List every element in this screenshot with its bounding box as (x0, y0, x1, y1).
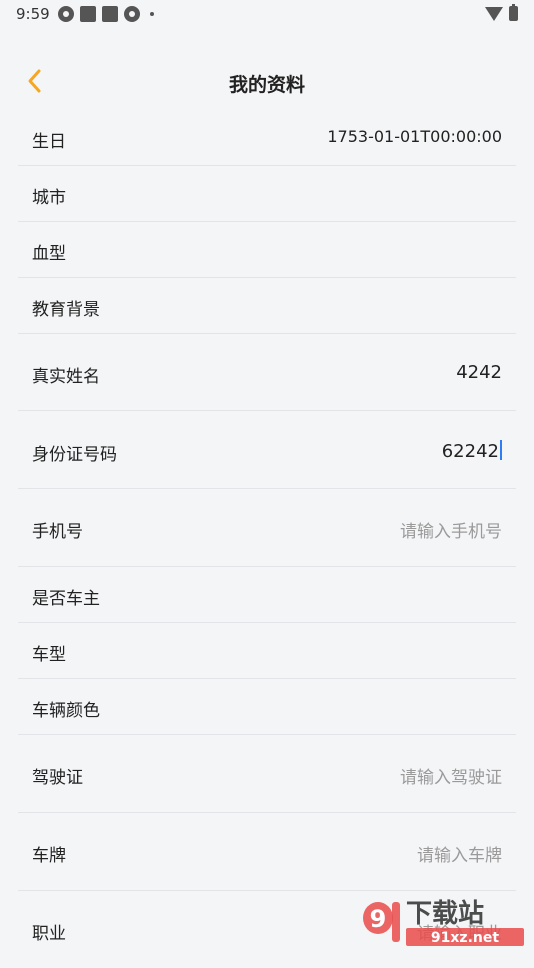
profile-form: 生日 1753-01-01T00:00:00 城市 血型 教育背景 真实姓名 4… (18, 110, 516, 968)
city-label: 城市 (32, 188, 66, 208)
id-number-value: 62242 (441, 441, 499, 462)
row-city[interactable]: 城市 (18, 166, 516, 222)
id-number-label: 身份证号码 (32, 445, 117, 465)
row-education[interactable]: 教育背景 (18, 278, 516, 334)
plate-input[interactable]: 请输入车牌 (417, 841, 502, 866)
page-title: 我的资料 (228, 74, 305, 96)
birthday-value: 1753-01-01T00:00:00 (327, 127, 502, 146)
id-number-input[interactable]: 62242 (442, 440, 502, 462)
site-watermark-logo: 9 下载站 91xz.net (363, 899, 524, 946)
row-driver-license[interactable]: 驾驶证 请输入驾驶证 (18, 735, 516, 813)
car-owner-label: 是否车主 (32, 589, 100, 609)
image-notification-icon (80, 6, 96, 22)
row-car-model[interactable]: 车型 (18, 623, 516, 679)
watermark-url: 91xz.net (431, 930, 499, 946)
phone-label: 手机号 (32, 522, 83, 542)
education-label: 教育背景 (32, 300, 100, 320)
status-time: 9:59 (16, 5, 50, 23)
occupation-label: 职业 (32, 924, 66, 944)
driver-license-label: 驾驶证 (32, 768, 83, 788)
app-header: 我的资料 (0, 50, 534, 112)
row-birthday[interactable]: 生日 1753-01-01T00:00:00 (18, 110, 516, 166)
app-notification-icon-2 (124, 6, 140, 22)
driver-license-input[interactable]: 请输入驾驶证 (400, 763, 502, 788)
row-car-color[interactable]: 车辆颜色 (18, 679, 516, 735)
more-notifications-dot (150, 12, 154, 16)
text-cursor (500, 440, 502, 460)
watermark-text: 下载站 (406, 899, 484, 929)
wifi-icon (485, 6, 503, 21)
blood-type-label: 血型 (32, 244, 66, 264)
car-model-label: 车型 (32, 645, 66, 665)
image-notification-icon-2 (102, 6, 118, 22)
row-blood-type[interactable]: 血型 (18, 222, 516, 278)
app-notification-icon (58, 6, 74, 22)
row-phone[interactable]: 手机号 请输入手机号 (18, 489, 516, 567)
plate-label: 车牌 (32, 846, 66, 866)
row-plate[interactable]: 车牌 请输入车牌 (18, 813, 516, 891)
system-status (485, 4, 518, 21)
svg-text:9: 9 (370, 905, 387, 933)
phone-input[interactable]: 请输入手机号 (400, 517, 502, 542)
row-real-name[interactable]: 真实姓名 4242 (18, 334, 516, 411)
battery-icon (509, 4, 518, 21)
row-id-number[interactable]: 身份证号码 62242 (18, 411, 516, 489)
car-color-label: 车辆颜色 (32, 701, 100, 721)
notification-icons (58, 6, 154, 22)
real-name-label: 真实姓名 (32, 367, 100, 387)
real-name-input[interactable]: 4242 (456, 362, 502, 383)
birthday-label: 生日 (32, 132, 66, 152)
row-car-owner[interactable]: 是否车主 (18, 567, 516, 623)
status-bar: 9:59 (0, 0, 534, 30)
